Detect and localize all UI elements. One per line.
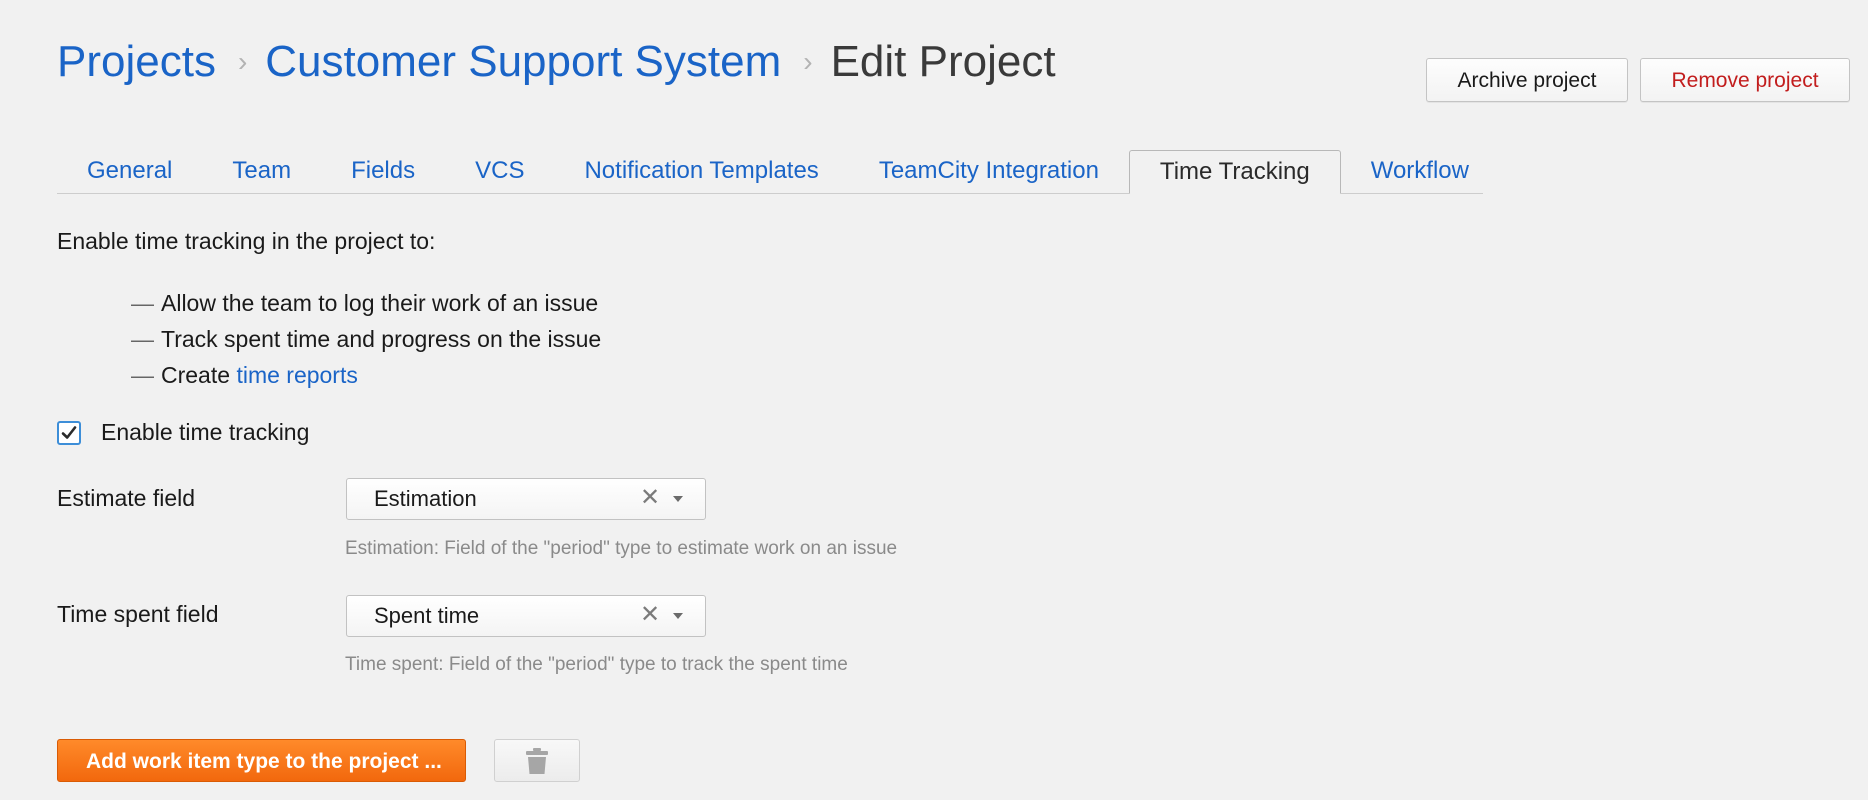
list-item-prefix: Create — [161, 362, 237, 388]
time-spent-field-value: Spent time — [374, 603, 480, 628]
list-item-text: Track spent time and progress on the iss… — [161, 326, 602, 352]
tab-fields[interactable]: Fields — [321, 151, 445, 193]
tab-bar: General Team Fields VCS Notification Tem… — [57, 150, 1483, 194]
checkmark-icon — [61, 425, 77, 439]
page-title: Edit Project — [830, 37, 1056, 86]
breadcrumb-separator: › — [803, 46, 813, 77]
estimate-field-hint: Estimation: Field of the "period" type t… — [345, 538, 898, 559]
list-item: — Allow the team to log their work of an… — [131, 285, 601, 321]
breadcrumb-project-link[interactable]: Customer Support System — [265, 34, 781, 90]
estimate-field-label: Estimate field — [57, 485, 196, 511]
clear-icon[interactable]: ✕ — [640, 596, 660, 634]
tab-vcs[interactable]: VCS — [445, 151, 554, 193]
time-reports-link[interactable]: time reports — [236, 362, 357, 388]
tab-time-tracking[interactable]: Time Tracking — [1128, 150, 1341, 194]
breadcrumb-separator: › — [237, 46, 248, 77]
dropdown-arrow-icon[interactable] — [673, 496, 683, 502]
tab-workflow[interactable]: Workflow — [1341, 151, 1499, 193]
clear-icon[interactable]: ✕ — [640, 479, 660, 517]
dropdown-arrow-icon[interactable] — [673, 613, 683, 619]
add-work-item-type-button[interactable]: Add work item type to the project ... — [57, 739, 466, 782]
intro-text: Enable time tracking in the project to: — [57, 228, 436, 254]
feature-list: — Allow the team to log their work of an… — [131, 285, 601, 393]
enable-time-tracking-row: Enable time tracking — [57, 419, 309, 446]
estimate-field-select[interactable]: Estimation ✕ — [346, 478, 706, 520]
enable-time-tracking-checkbox[interactable] — [57, 420, 81, 445]
bullet-dash: — — [131, 362, 154, 388]
list-item-text: Allow the team to log their work of an i… — [161, 290, 599, 316]
list-item: — Create time reports — [131, 357, 601, 393]
bullet-dash: — — [131, 326, 154, 352]
list-item-text: Create time reports — [161, 357, 358, 393]
time-spent-field-select[interactable]: Spent time ✕ — [346, 595, 706, 637]
breadcrumb: Projects › Customer Support System › Edi… — [57, 34, 1056, 90]
delete-button[interactable] — [494, 739, 580, 782]
trash-icon — [526, 747, 548, 774]
tab-teamcity-integration[interactable]: TeamCity Integration — [849, 151, 1129, 193]
estimate-field-value: Estimation — [374, 486, 477, 511]
time-spent-field-hint: Time spent: Field of the "period" type t… — [345, 654, 848, 675]
bullet-dash: — — [131, 290, 154, 316]
list-item: — Track spent time and progress on the i… — [131, 321, 601, 357]
tab-team[interactable]: Team — [202, 151, 321, 193]
enable-time-tracking-label: Enable time tracking — [101, 419, 310, 445]
remove-project-button[interactable]: Remove project — [1640, 58, 1850, 102]
archive-project-button[interactable]: Archive project — [1426, 58, 1628, 102]
breadcrumb-projects-link[interactable]: Projects — [57, 34, 216, 90]
time-spent-field-label: Time spent field — [57, 601, 219, 627]
tab-notification-templates[interactable]: Notification Templates — [554, 151, 848, 193]
tab-general[interactable]: General — [57, 151, 202, 193]
